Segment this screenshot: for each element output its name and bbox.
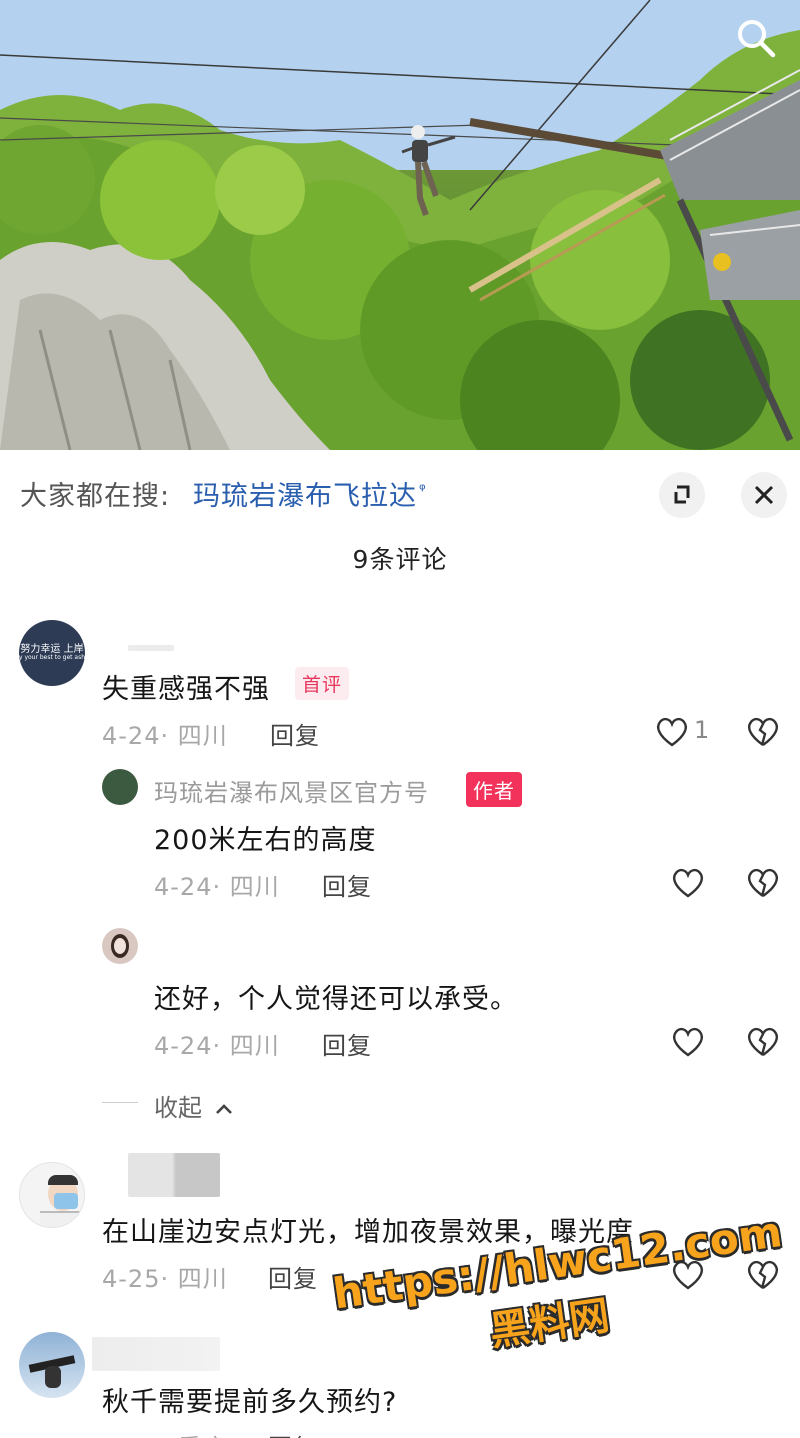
avatar-text-2: y your best to get ashore	[19, 654, 85, 661]
username-redacted[interactable]	[128, 645, 174, 651]
avatar[interactable]: 努力幸运 上岸 y your best to get ashore	[19, 620, 85, 686]
video-frame-scene	[0, 0, 800, 450]
avatar[interactable]	[19, 1162, 85, 1228]
heart-icon[interactable]	[654, 714, 690, 750]
comment-count-title: 9条评论	[352, 545, 448, 574]
search-suggestion-label: 大家都在搜:	[20, 481, 171, 512]
comment-meta: 4-25· 重庆	[102, 1428, 228, 1438]
reply-text: 200米左右的高度	[154, 825, 377, 856]
reply-button[interactable]: 回复	[268, 1428, 318, 1438]
search-term-text[interactable]: 玛琉岩瀑布飞拉达	[193, 481, 417, 512]
collapse-label: 收起	[154, 1094, 202, 1122]
first-comment-badge: 首评	[295, 667, 350, 700]
username-redacted[interactable]	[128, 1153, 220, 1197]
reply-button[interactable]: 回复	[268, 1259, 318, 1294]
comment-meta: 4-24· 四川	[102, 722, 228, 750]
reply-button[interactable]: 回复	[322, 867, 372, 902]
avatar[interactable]	[102, 928, 138, 964]
like-count: 1	[694, 716, 710, 744]
reply-meta: 4-24· 四川	[154, 1032, 280, 1060]
avatar[interactable]	[19, 1332, 85, 1398]
chevron-up-icon	[215, 1104, 232, 1114]
author-badge: 作者	[466, 772, 522, 807]
reply-author-name[interactable]: 玛琉岩瀑布风景区官方号	[154, 773, 429, 808]
expand-icon	[674, 485, 690, 504]
avatar[interactable]	[102, 769, 138, 805]
reply-button[interactable]: 回复	[322, 1026, 372, 1061]
heart-icon[interactable]	[670, 1024, 706, 1060]
expand-button[interactable]	[659, 472, 705, 518]
dislike-broken-heart-icon[interactable]	[745, 865, 781, 901]
reply-text: 还好，个人觉得还可以承受。	[154, 984, 518, 1015]
search-suggestion-term[interactable]: 玛琉岩瀑布飞拉达 ᵠ	[193, 474, 427, 513]
dislike-broken-heart-icon[interactable]	[745, 1024, 781, 1060]
video-player[interactable]	[0, 0, 800, 450]
username-redacted[interactable]	[92, 1337, 220, 1371]
comment-text: 秋千需要提前多久预约?	[102, 1387, 398, 1418]
divider	[102, 1102, 138, 1103]
reply-button[interactable]: 回复	[270, 716, 320, 751]
comment-text: 失重感强不强	[102, 674, 270, 705]
dislike-broken-heart-icon[interactable]	[745, 714, 781, 750]
search-small-icon: ᵠ	[419, 480, 427, 499]
reply-meta: 4-24· 四川	[154, 873, 280, 901]
close-button[interactable]	[741, 472, 787, 518]
heart-icon[interactable]	[670, 865, 706, 901]
search-icon[interactable]	[730, 12, 782, 64]
close-icon	[754, 485, 774, 505]
comment-meta: 4-25· 四川	[102, 1265, 228, 1293]
avatar-text-1: 努力幸运 上岸	[20, 644, 84, 655]
